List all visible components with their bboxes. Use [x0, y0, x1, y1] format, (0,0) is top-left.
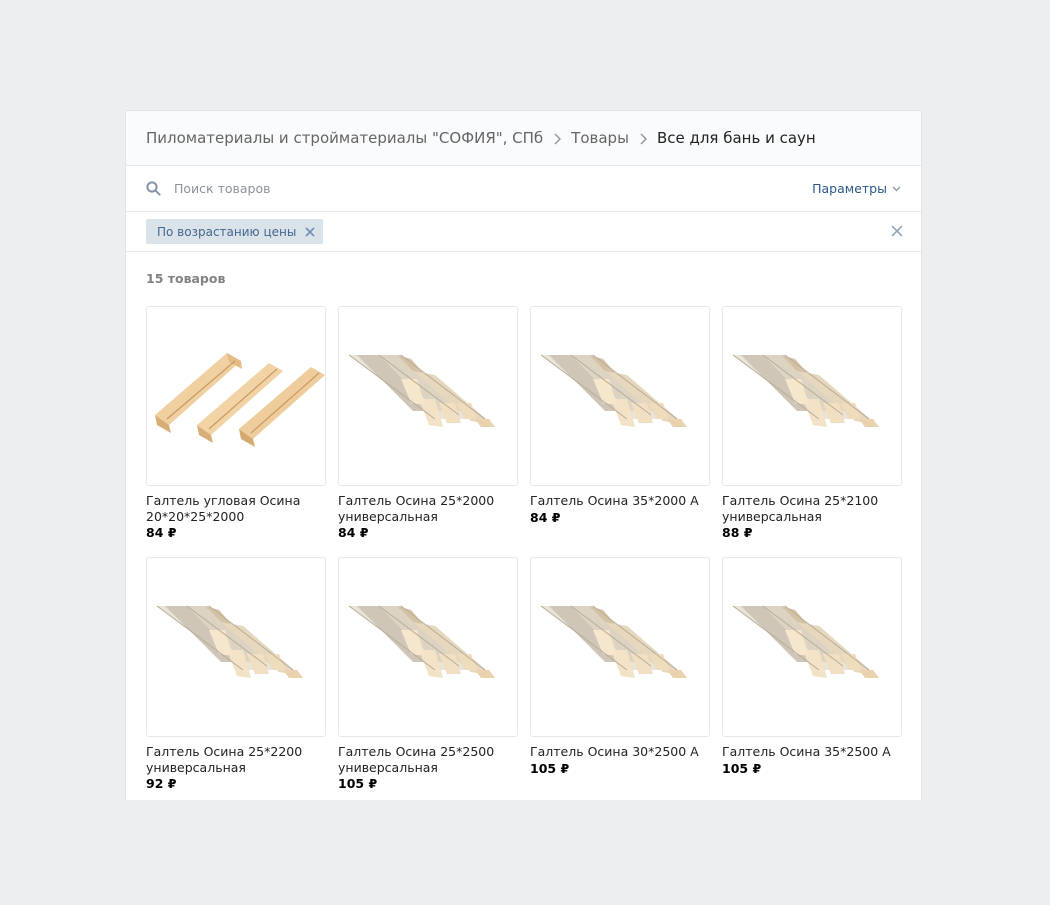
search-icon — [146, 181, 161, 196]
product-title: Галтель Осина 30*2500 А — [530, 744, 699, 759]
product-image — [722, 557, 902, 737]
product-price: 84 ₽ — [530, 509, 561, 525]
parameters-label: Параметры — [812, 181, 887, 196]
product-title: Галтель Осина 35*2000 А — [530, 493, 699, 508]
active-filters-bar: По возрастанию цены — [126, 212, 921, 252]
product-title: Галтель Осина 35*2500 А — [722, 744, 891, 759]
product-card[interactable]: Галтель Осина 25*2100 универсальная 88 ₽ — [722, 306, 902, 540]
breadcrumb-current: Все для бань и саун — [656, 129, 816, 147]
product-title: Галтель Осина 25*2100 универсальная — [722, 493, 879, 524]
close-icon[interactable] — [305, 226, 315, 237]
search-input[interactable] — [174, 173, 813, 204]
product-title: Галтель Осина 25*2500 универсальная — [338, 744, 495, 775]
product-card[interactable]: Галтель Осина 35*2500 А 105 ₽ — [722, 557, 902, 776]
breadcrumb: Пиломатериалы и стройматериалы "СОФИЯ", … — [126, 111, 921, 166]
product-image — [338, 557, 518, 737]
results-count: 15 товаров — [146, 271, 226, 286]
product-price: 88 ₽ — [722, 525, 753, 540]
product-title: Галтель Осина 25*2000 универсальная — [338, 493, 495, 524]
product-price: 105 ₽ — [338, 776, 378, 791]
product-price: 92 ₽ — [146, 776, 177, 791]
product-image — [530, 306, 710, 486]
product-card[interactable]: Галтель Осина 25*2200 универсальная 92 ₽ — [146, 557, 326, 791]
product-price: 84 ₽ — [146, 525, 177, 540]
product-card[interactable]: Галтель угловая Осина 20*20*25*2000 84 ₽ — [146, 306, 326, 540]
product-image — [722, 306, 902, 486]
product-image — [146, 557, 326, 737]
product-image — [530, 557, 710, 737]
market-panel: Пиломатериалы и стройматериалы "СОФИЯ", … — [125, 110, 922, 800]
sort-filter-label: По возрастанию цены — [157, 224, 297, 239]
product-price: 105 ₽ — [530, 760, 570, 776]
clear-filters-icon[interactable] — [891, 225, 903, 237]
breadcrumb-group-link[interactable]: Пиломатериалы и стройматериалы "СОФИЯ", … — [146, 129, 543, 147]
product-image — [338, 306, 518, 486]
product-card[interactable]: Галтель Осина 25*2500 универсальная 105 … — [338, 557, 518, 791]
chevron-down-icon — [892, 186, 901, 191]
breadcrumb-section-link[interactable]: Товары — [571, 129, 629, 147]
product-card[interactable]: Галтель Осина 35*2000 А 84 ₽ — [530, 306, 710, 525]
product-price: 84 ₽ — [338, 525, 369, 540]
product-card[interactable]: Галтель Осина 25*2000 универсальная 84 ₽ — [338, 306, 518, 540]
product-title: Галтель Осина 25*2200 универсальная — [146, 744, 303, 775]
product-price: 105 ₽ — [722, 760, 762, 776]
chevron-right-icon — [543, 129, 571, 147]
sort-filter-chip[interactable]: По возрастанию цены — [146, 219, 324, 244]
chevron-right-icon — [629, 129, 657, 147]
product-title: Галтель угловая Осина 20*20*25*2000 — [146, 493, 301, 524]
product-image — [146, 306, 326, 486]
search-bar: Параметры — [126, 166, 921, 212]
parameters-dropdown[interactable]: Параметры — [812, 181, 901, 196]
product-card[interactable]: Галтель Осина 30*2500 А 105 ₽ — [530, 557, 710, 776]
